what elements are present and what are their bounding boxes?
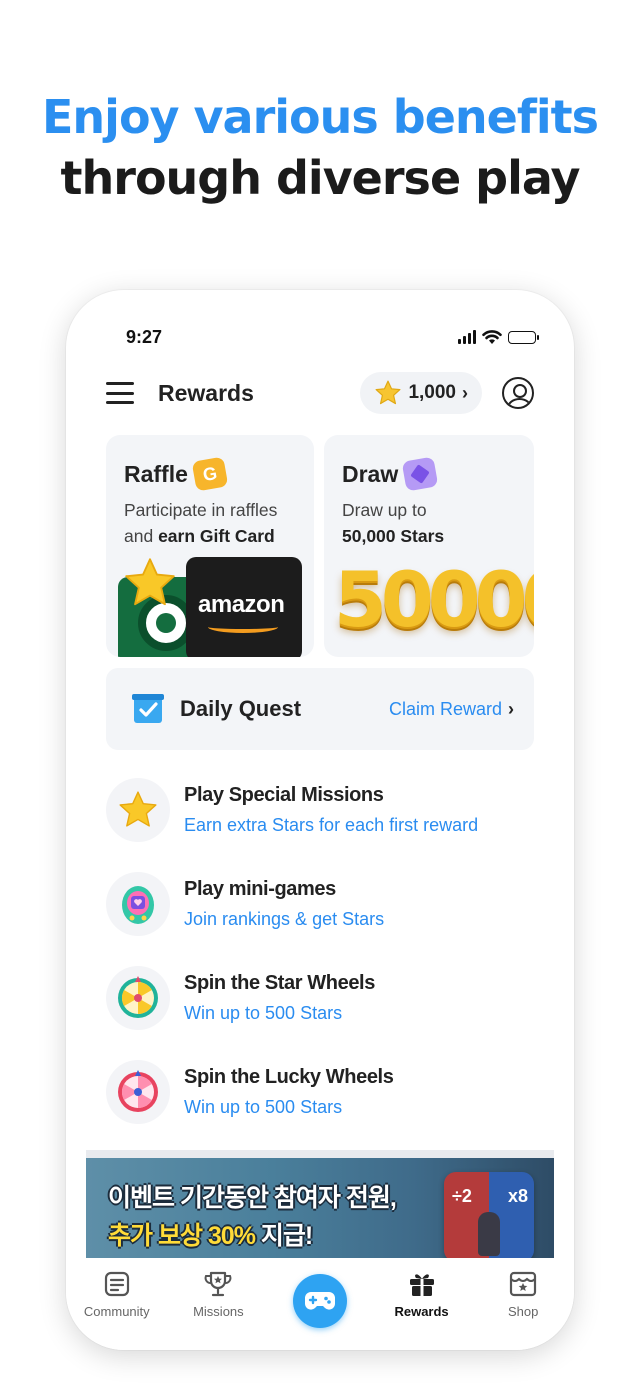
- tab-rewards[interactable]: Rewards: [371, 1258, 473, 1350]
- raffle-title: Raffle: [124, 460, 188, 487]
- shop-icon: [510, 1271, 537, 1297]
- gamepad-icon: [304, 1292, 335, 1310]
- status-time: 9:27: [126, 326, 163, 347]
- draw-desc-bold: 50,000 Stars: [342, 526, 445, 546]
- star-balance: 1,000: [408, 382, 456, 403]
- game-label-left: ÷2: [452, 1186, 472, 1206]
- daily-quest-bar[interactable]: Daily Quest Claim Reward ›: [106, 668, 534, 750]
- raffle-desc-prefix: and: [124, 526, 159, 546]
- list-item-title: Spin the Lucky Wheels: [184, 1066, 394, 1088]
- tab-community[interactable]: Community: [66, 1258, 168, 1350]
- tab-shop[interactable]: Shop: [472, 1258, 574, 1350]
- draw-title: Draw: [342, 460, 399, 487]
- daily-quest-title: Daily Quest: [180, 696, 302, 721]
- headline-line-1: Enjoy various benefits: [42, 90, 599, 144]
- app-bar: Rewards 1,000 ›: [106, 370, 534, 416]
- status-icons: [458, 329, 539, 345]
- list-item-lucky-wheels[interactable]: Spin the Lucky Wheels Win up to 500 Star…: [106, 1057, 536, 1127]
- raffle-title-row: Raffle G: [124, 456, 229, 492]
- banner-line-2: 추가 보상 30% 지급!: [108, 1216, 313, 1252]
- promo-headline: Enjoy various benefits through diverse p…: [0, 88, 640, 210]
- claim-reward-label: Claim Reward: [388, 698, 502, 719]
- star-wheel-icon: [118, 976, 158, 1018]
- tab-missions[interactable]: Missions: [168, 1258, 270, 1350]
- list-icon-wrap: [106, 966, 170, 1030]
- battery-icon: [508, 330, 539, 344]
- egg-game-icon: [122, 886, 154, 924]
- game-thumbnail: ÷2 x8: [444, 1172, 534, 1262]
- list-item-star-wheels[interactable]: Spin the Star Wheels Win up to 500 Stars: [106, 963, 536, 1033]
- list-icon-wrap: [106, 778, 170, 842]
- list-item-subtitle: Win up to 500 Stars: [184, 1003, 343, 1023]
- draw-card[interactable]: Draw Draw up to 50,000 Stars 50000: [324, 435, 534, 657]
- draw-description: Draw up to 50,000 Stars: [342, 497, 444, 549]
- amazon-logo: amazon: [198, 591, 285, 618]
- list-item-subtitle: Earn extra Stars for each first reward: [184, 815, 479, 835]
- phone-frame: 9:27 Rewards 1,000 › Raffle G Participat…: [66, 290, 574, 1350]
- draw-desc-line1: Draw up to: [342, 500, 427, 520]
- list-item-subtitle: Win up to 500 Stars: [184, 1097, 343, 1117]
- signal-icon: [458, 330, 476, 344]
- raffle-desc-line1: Participate in raffles: [124, 500, 278, 520]
- claim-reward-link[interactable]: Claim Reward ›: [389, 699, 514, 720]
- list-icon-wrap: [106, 1060, 170, 1124]
- tab-label: Community: [83, 1304, 150, 1319]
- raffle-description: Participate in raffles and earn Gift Car…: [124, 497, 277, 549]
- tab-play[interactable]: [269, 1258, 371, 1350]
- star-icon: [375, 380, 401, 405]
- banner-line-1: 이벤트 기간동안 참여자 전원,: [108, 1184, 397, 1212]
- list-item-special-missions[interactable]: Play Special Missions Earn extra Stars f…: [106, 775, 536, 845]
- gem-badge-icon: [401, 456, 439, 492]
- play-fab-button[interactable]: [292, 1274, 347, 1328]
- star-icon: [125, 558, 175, 606]
- raffle-desc-bold: earn Gift Card: [158, 526, 275, 546]
- tab-label: Shop: [507, 1304, 539, 1319]
- banner-line-2-rest: 지급!: [254, 1222, 313, 1250]
- list-item-subtitle: Join rankings & get Stars: [184, 909, 385, 929]
- list-icon-wrap: [106, 872, 170, 936]
- status-bar: 9:27: [126, 326, 539, 348]
- community-icon: [104, 1271, 129, 1297]
- banner-highlight: 추가 보상 30%: [108, 1222, 256, 1250]
- draw-title-row: Draw: [342, 456, 439, 492]
- raffle-card[interactable]: Raffle G Participate in raffles and earn…: [106, 435, 314, 657]
- list-item-title: Play Special Missions: [184, 784, 384, 806]
- menu-icon[interactable]: [106, 382, 134, 404]
- list-item-mini-games[interactable]: Play mini-games Join rankings & get Star…: [106, 869, 536, 939]
- amazon-card-image: amazon: [186, 557, 302, 657]
- bottom-tab-bar: Community Missions Rewards Shop: [66, 1258, 574, 1350]
- draw-big-number: 50000: [334, 555, 534, 644]
- chevron-right-icon: ›: [462, 382, 468, 403]
- game-label-right: x8: [507, 1186, 528, 1206]
- lucky-wheel-icon: [118, 1070, 158, 1112]
- star-icon: [119, 791, 157, 827]
- headline-line-2: through diverse play: [60, 151, 581, 205]
- trophy-icon: [204, 1271, 232, 1297]
- gift-icon: [409, 1274, 434, 1296]
- profile-icon[interactable]: [502, 377, 534, 409]
- gift-badge-icon: G: [191, 456, 229, 492]
- tab-label: Rewards: [394, 1304, 449, 1319]
- list-item-title: Play mini-games: [184, 878, 336, 900]
- list-item-title: Spin the Star Wheels: [184, 972, 375, 994]
- quest-check-icon: [132, 694, 164, 723]
- star-balance-button[interactable]: 1,000 ›: [360, 372, 482, 414]
- tab-label: Missions: [193, 1304, 244, 1319]
- chevron-right-icon: ›: [508, 698, 514, 719]
- page-title: Rewards: [158, 379, 254, 406]
- event-banner[interactable]: 이벤트 기간동안 참여자 전원, 추가 보상 30% 지급! ÷2 x8: [86, 1150, 554, 1262]
- wifi-icon: [482, 329, 502, 344]
